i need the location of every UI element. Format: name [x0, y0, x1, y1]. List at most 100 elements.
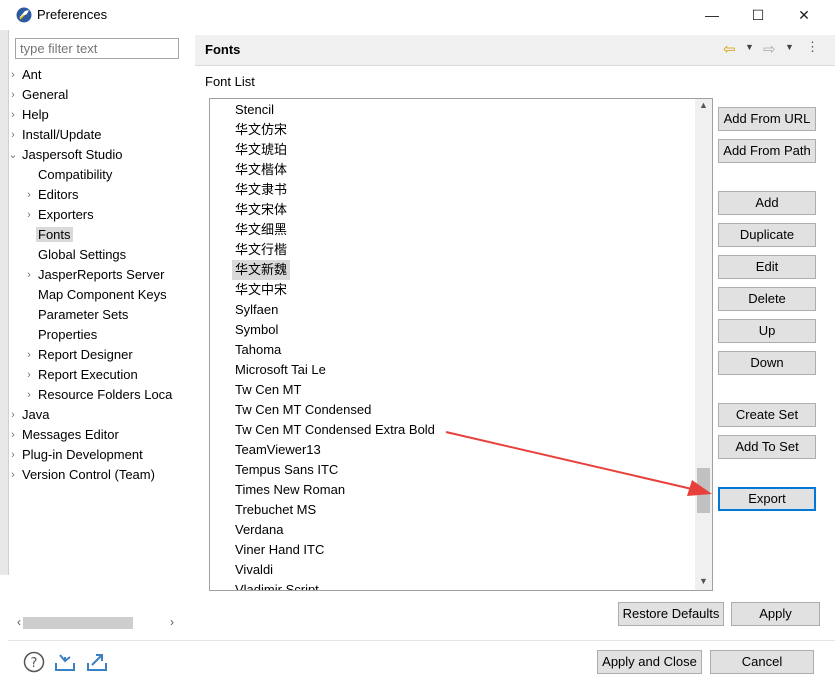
sidebar-item[interactable]: › Help	[11, 105, 51, 125]
font-list-item[interactable]: Tw Cen MT	[232, 380, 304, 400]
sidebar-item[interactable]: › Messages Editor	[11, 425, 121, 445]
filter-input[interactable]	[15, 38, 179, 59]
chevron-right-icon[interactable]: ›	[8, 445, 18, 465]
sidebar-item[interactable]: › Resource Folders Loca	[27, 385, 174, 405]
chevron-right-icon[interactable]: ›	[8, 65, 18, 85]
font-list-item[interactable]: Tahoma	[232, 340, 284, 360]
view-menu-icon[interactable]: ⋮	[806, 39, 819, 55]
font-list-item[interactable]: Verdana	[232, 520, 286, 540]
font-list-item[interactable]: 华文行楷	[232, 240, 290, 260]
sidebar-item-label: Install/Update	[22, 127, 102, 142]
import-icon[interactable]	[54, 651, 76, 673]
forward-arrow-icon[interactable]: ⇨	[763, 40, 776, 58]
chevron-right-icon[interactable]: ›	[8, 125, 18, 145]
scroll-right-icon[interactable]: ›	[170, 615, 174, 629]
font-list-item[interactable]: 华文宋体	[232, 200, 290, 220]
font-list-scrollbar[interactable]	[695, 99, 712, 590]
chevron-right-icon[interactable]: ›	[24, 265, 34, 285]
font-list-label: Font List	[205, 74, 255, 89]
add-to-set-button[interactable]: Add To Set	[718, 435, 816, 459]
sidebar-item[interactable]: › Exporters	[27, 205, 96, 225]
font-list-item[interactable]: Tempus Sans ITC	[232, 460, 341, 480]
add-button[interactable]: Add	[718, 191, 816, 215]
sidebar-item-label: Plug-in Development	[22, 447, 143, 462]
export-icon[interactable]	[86, 651, 108, 673]
font-list-item[interactable]: Viner Hand ITC	[232, 540, 327, 560]
font-list-scroll-thumb[interactable]	[697, 468, 710, 513]
chevron-right-icon[interactable]: ›	[24, 385, 34, 405]
font-list-item[interactable]: Times New Roman	[232, 480, 348, 500]
font-list-item[interactable]: 华文琥珀	[232, 140, 290, 160]
font-list-item[interactable]: Trebuchet MS	[232, 500, 319, 520]
sidebar-item[interactable]: Properties	[36, 325, 99, 345]
font-list-item[interactable]: 华文楷体	[232, 160, 290, 180]
scroll-up-icon[interactable]: ▲	[697, 100, 710, 110]
back-arrow-icon[interactable]: ⇦	[723, 40, 736, 58]
sidebar-item[interactable]: › Install/Update	[11, 125, 104, 145]
restore-defaults-button[interactable]: Restore Defaults	[618, 602, 724, 626]
font-list-item[interactable]: Tw Cen MT Condensed	[232, 400, 374, 420]
sidebar-scroll-thumb[interactable]	[23, 617, 133, 629]
font-list-item[interactable]: 华文隶书	[232, 180, 290, 200]
add-from-path-button[interactable]: Add From Path	[718, 139, 816, 163]
sidebar-item[interactable]: Compatibility	[36, 165, 114, 185]
back-dropdown-icon[interactable]: ▼	[745, 42, 754, 52]
duplicate-button[interactable]: Duplicate	[718, 223, 816, 247]
sidebar-item[interactable]: Global Settings	[36, 245, 128, 265]
font-list-item[interactable]: TeamViewer13	[232, 440, 324, 460]
sidebar-item[interactable]: ⌄ Jaspersoft Studio	[8, 145, 124, 165]
forward-dropdown-icon[interactable]: ▼	[785, 42, 794, 52]
chevron-right-icon[interactable]: ›	[24, 185, 34, 205]
chevron-down-icon[interactable]: ⌄	[8, 145, 18, 165]
up-button[interactable]: Up	[718, 319, 816, 343]
minimize-button[interactable]: —	[689, 0, 735, 30]
delete-button[interactable]: Delete	[718, 287, 816, 311]
sidebar-item[interactable]: Fonts	[36, 225, 73, 245]
font-list-item[interactable]: Sylfaen	[232, 300, 281, 320]
add-from-url-button[interactable]: Add From URL	[718, 107, 816, 131]
chevron-right-icon[interactable]: ›	[24, 205, 34, 225]
font-list-item[interactable]: 华文新魏	[232, 260, 291, 280]
sidebar-item[interactable]: › Plug-in Development	[11, 445, 145, 465]
create-set-button[interactable]: Create Set	[718, 403, 816, 427]
cancel-button[interactable]: Cancel	[710, 650, 814, 674]
maximize-button[interactable]: ☐	[735, 0, 781, 30]
font-list-item[interactable]: Microsoft Tai Le	[232, 360, 329, 380]
sidebar-item-label: Report Execution	[38, 367, 138, 382]
chevron-right-icon[interactable]: ›	[8, 85, 18, 105]
apply-and-close-button[interactable]: Apply and Close	[597, 650, 702, 674]
chevron-right-icon[interactable]: ›	[24, 365, 34, 385]
scroll-down-icon[interactable]: ▼	[697, 576, 710, 586]
chevron-right-icon[interactable]: ›	[8, 105, 18, 125]
chevron-right-icon[interactable]: ›	[8, 465, 18, 485]
font-list-item[interactable]: Tw Cen MT Condensed Extra Bold	[232, 420, 438, 440]
down-button[interactable]: Down	[718, 351, 816, 375]
sidebar-item[interactable]: › JasperReports Server	[27, 265, 166, 285]
font-list-item[interactable]: 华文仿宋	[232, 120, 290, 140]
font-list-item[interactable]: 华文细黑	[232, 220, 290, 240]
sidebar-item[interactable]: › Java	[11, 405, 51, 425]
sidebar-item[interactable]: › Version Control (Team)	[11, 465, 157, 485]
sidebar-item[interactable]: Parameter Sets	[36, 305, 130, 325]
apply-button[interactable]: Apply	[731, 602, 820, 626]
chevron-right-icon[interactable]: ›	[24, 345, 34, 365]
sidebar-item[interactable]: › General	[11, 85, 70, 105]
font-list-item[interactable]: Vladimir Script	[232, 580, 322, 590]
help-icon[interactable]: ?	[23, 651, 45, 673]
sidebar-item[interactable]: › Report Designer	[27, 345, 135, 365]
font-list-item[interactable]: Vivaldi	[232, 560, 276, 580]
edit-button[interactable]: Edit	[718, 255, 816, 279]
export-button[interactable]: Export	[718, 487, 816, 511]
sidebar-item[interactable]: › Ant	[11, 65, 44, 85]
font-list-item[interactable]: Symbol	[232, 320, 281, 340]
chevron-right-icon[interactable]: ›	[8, 425, 18, 445]
sidebar-item[interactable]: Map Component Keys	[36, 285, 169, 305]
sidebar-item[interactable]: › Editors	[27, 185, 80, 205]
scroll-left-icon[interactable]: ‹	[17, 615, 21, 629]
sidebar-item[interactable]: › Report Execution	[27, 365, 140, 385]
font-list-item[interactable]: Stencil	[232, 100, 277, 120]
chevron-right-icon[interactable]: ›	[8, 405, 18, 425]
close-button[interactable]: ✕	[781, 0, 827, 30]
font-list-item[interactable]: 华文中宋	[232, 280, 290, 300]
font-list[interactable]: Stencil 华文仿宋 华文琥珀 华文楷体 华文隶书 华文宋体 华文细黑 华文行楷 华文新魏华…	[209, 98, 713, 591]
